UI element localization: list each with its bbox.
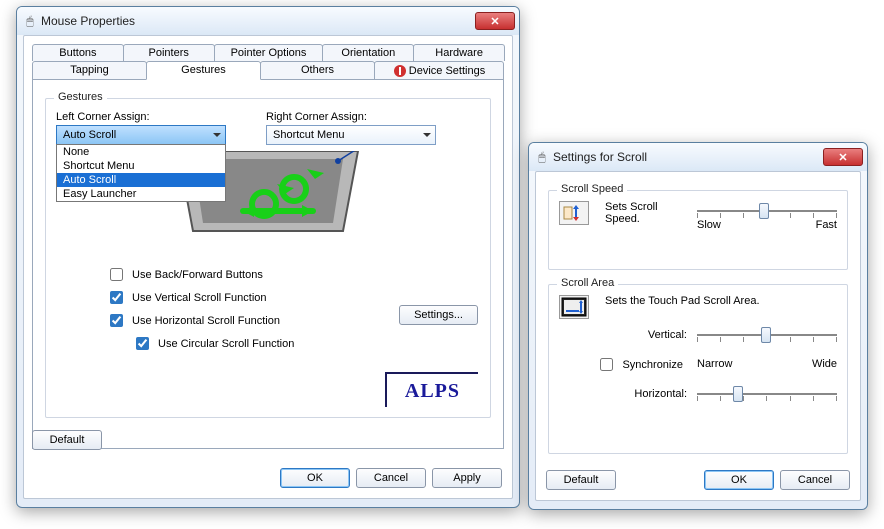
right-corner-label: Right Corner Assign: bbox=[266, 111, 436, 123]
ok-button[interactable]: OK bbox=[704, 470, 774, 490]
vertical-label: Vertical: bbox=[617, 329, 687, 341]
chk-backforward-box[interactable] bbox=[110, 268, 123, 281]
option-auto-scroll[interactable]: Auto Scroll bbox=[57, 173, 225, 187]
close-icon: ✕ bbox=[838, 151, 847, 164]
dialog-buttons: OK Cancel bbox=[704, 470, 850, 490]
tab-device-settings[interactable]: Device Settings bbox=[374, 61, 504, 80]
slider-thumb[interactable] bbox=[761, 327, 771, 343]
device-settings-icon bbox=[393, 64, 407, 78]
synchronize-box[interactable] bbox=[600, 358, 613, 371]
tab-buttons[interactable]: Buttons bbox=[32, 44, 124, 61]
close-icon: ✕ bbox=[490, 15, 499, 28]
tab-hardware[interactable]: Hardware bbox=[413, 44, 505, 61]
window-title: Mouse Properties bbox=[41, 14, 475, 28]
right-corner-combo[interactable]: Shortcut Menu bbox=[266, 125, 436, 145]
chk-hscroll-label: Use Horizontal Scroll Function bbox=[132, 315, 280, 327]
tab-orientation[interactable]: Orientation bbox=[322, 44, 414, 61]
titlebar: 🖱 Settings for Scroll ✕ bbox=[529, 143, 867, 171]
chk-backforward-label: Use Back/Forward Buttons bbox=[132, 269, 263, 281]
tab-pointers[interactable]: Pointers bbox=[123, 44, 215, 61]
tab-row-2: Tapping Gestures Others Device Settings bbox=[32, 61, 504, 80]
alps-logo: ALPS bbox=[385, 372, 478, 407]
option-easy-launcher[interactable]: Easy Launcher bbox=[57, 187, 225, 201]
dialog-buttons: OK Cancel Apply bbox=[280, 468, 502, 488]
option-none[interactable]: None bbox=[57, 145, 225, 159]
chk-circular-label: Use Circular Scroll Function bbox=[158, 338, 294, 350]
scroll-speed-text: Sets Scroll Speed. bbox=[605, 201, 689, 225]
scroll-speed-legend: Scroll Speed bbox=[557, 183, 627, 195]
tab-row-1: Buttons Pointers Pointer Options Orienta… bbox=[32, 44, 504, 61]
mouse-icon: 🖱 bbox=[23, 14, 37, 28]
gestures-legend: Gestures bbox=[54, 91, 107, 103]
scroll-area-text: Sets the Touch Pad Scroll Area. bbox=[605, 295, 760, 307]
titlebar: 🖱 Mouse Properties ✕ bbox=[17, 7, 519, 35]
chk-vscroll-box[interactable] bbox=[110, 291, 123, 304]
left-corner-dropdown: None Shortcut Menu Auto Scroll Easy Laun… bbox=[56, 144, 226, 202]
left-corner-label: Left Corner Assign: bbox=[56, 111, 226, 123]
chk-vscroll-label: Use Vertical Scroll Function bbox=[132, 292, 267, 304]
synchronize-checkbox[interactable]: Synchronize bbox=[596, 355, 683, 374]
horizontal-label: Horizontal: bbox=[617, 388, 687, 400]
slider-thumb[interactable] bbox=[759, 203, 769, 219]
window-title: Settings for Scroll bbox=[553, 150, 823, 164]
tab-others[interactable]: Others bbox=[260, 61, 375, 80]
left-corner-combo[interactable]: Auto Scroll None Shortcut Menu Auto Scro… bbox=[56, 125, 226, 145]
default-button[interactable]: Default bbox=[546, 470, 616, 490]
chk-hscroll-box[interactable] bbox=[110, 314, 123, 327]
close-button[interactable]: ✕ bbox=[823, 148, 863, 166]
narrow-label: Narrow bbox=[697, 358, 732, 370]
synchronize-label: Synchronize bbox=[622, 359, 683, 371]
apply-button[interactable]: Apply bbox=[432, 468, 502, 488]
vertical-slider[interactable] bbox=[697, 325, 837, 345]
mouse-icon: 🖱 bbox=[535, 150, 549, 164]
ok-button[interactable]: OK bbox=[280, 468, 350, 488]
chevron-down-icon bbox=[423, 133, 431, 137]
chevron-down-icon bbox=[213, 133, 221, 137]
scroll-area-legend: Scroll Area bbox=[557, 277, 618, 289]
tab-gestures[interactable]: Gestures bbox=[146, 61, 261, 80]
cancel-button[interactable]: Cancel bbox=[356, 468, 426, 488]
client-area: Scroll Speed Sets Scroll Speed. bbox=[535, 171, 861, 501]
tab-tapping[interactable]: Tapping bbox=[32, 61, 147, 80]
chk-circular[interactable]: Use Circular Scroll Function bbox=[132, 334, 480, 353]
right-corner-value: Shortcut Menu bbox=[273, 129, 345, 141]
scroll-area-icon bbox=[559, 295, 589, 319]
slider-thumb[interactable] bbox=[733, 386, 743, 402]
close-button[interactable]: ✕ bbox=[475, 12, 515, 30]
chk-circular-box[interactable] bbox=[136, 337, 149, 350]
scroll-area-group: Scroll Area Sets the Touch Pad Scroll Ar… bbox=[548, 284, 848, 454]
option-shortcut-menu[interactable]: Shortcut Menu bbox=[57, 159, 225, 173]
scroll-speed-slider[interactable] bbox=[697, 201, 837, 221]
cancel-button[interactable]: Cancel bbox=[780, 470, 850, 490]
chk-backforward[interactable]: Use Back/Forward Buttons bbox=[106, 265, 480, 284]
default-button[interactable]: Default bbox=[32, 430, 102, 450]
wide-label: Wide bbox=[812, 358, 837, 370]
tab-pointer-options[interactable]: Pointer Options bbox=[214, 44, 324, 61]
scroll-speed-icon bbox=[559, 201, 589, 225]
mouse-properties-window: 🖱 Mouse Properties ✕ Buttons Pointers Po… bbox=[16, 6, 520, 508]
settings-button[interactable]: Settings... bbox=[399, 305, 478, 325]
gestures-group: Gestures Left Corner Assign: Auto Scroll… bbox=[45, 98, 491, 418]
tab-device-settings-label: Device Settings bbox=[409, 65, 485, 77]
client-area: Buttons Pointers Pointer Options Orienta… bbox=[23, 35, 513, 499]
gestures-panel: Gestures Left Corner Assign: Auto Scroll… bbox=[32, 79, 504, 449]
scroll-settings-window: 🖱 Settings for Scroll ✕ Scroll Speed Se bbox=[528, 142, 868, 510]
scroll-speed-group: Scroll Speed Sets Scroll Speed. bbox=[548, 190, 848, 270]
horizontal-slider[interactable] bbox=[697, 384, 837, 404]
left-corner-value: Auto Scroll bbox=[63, 129, 116, 141]
